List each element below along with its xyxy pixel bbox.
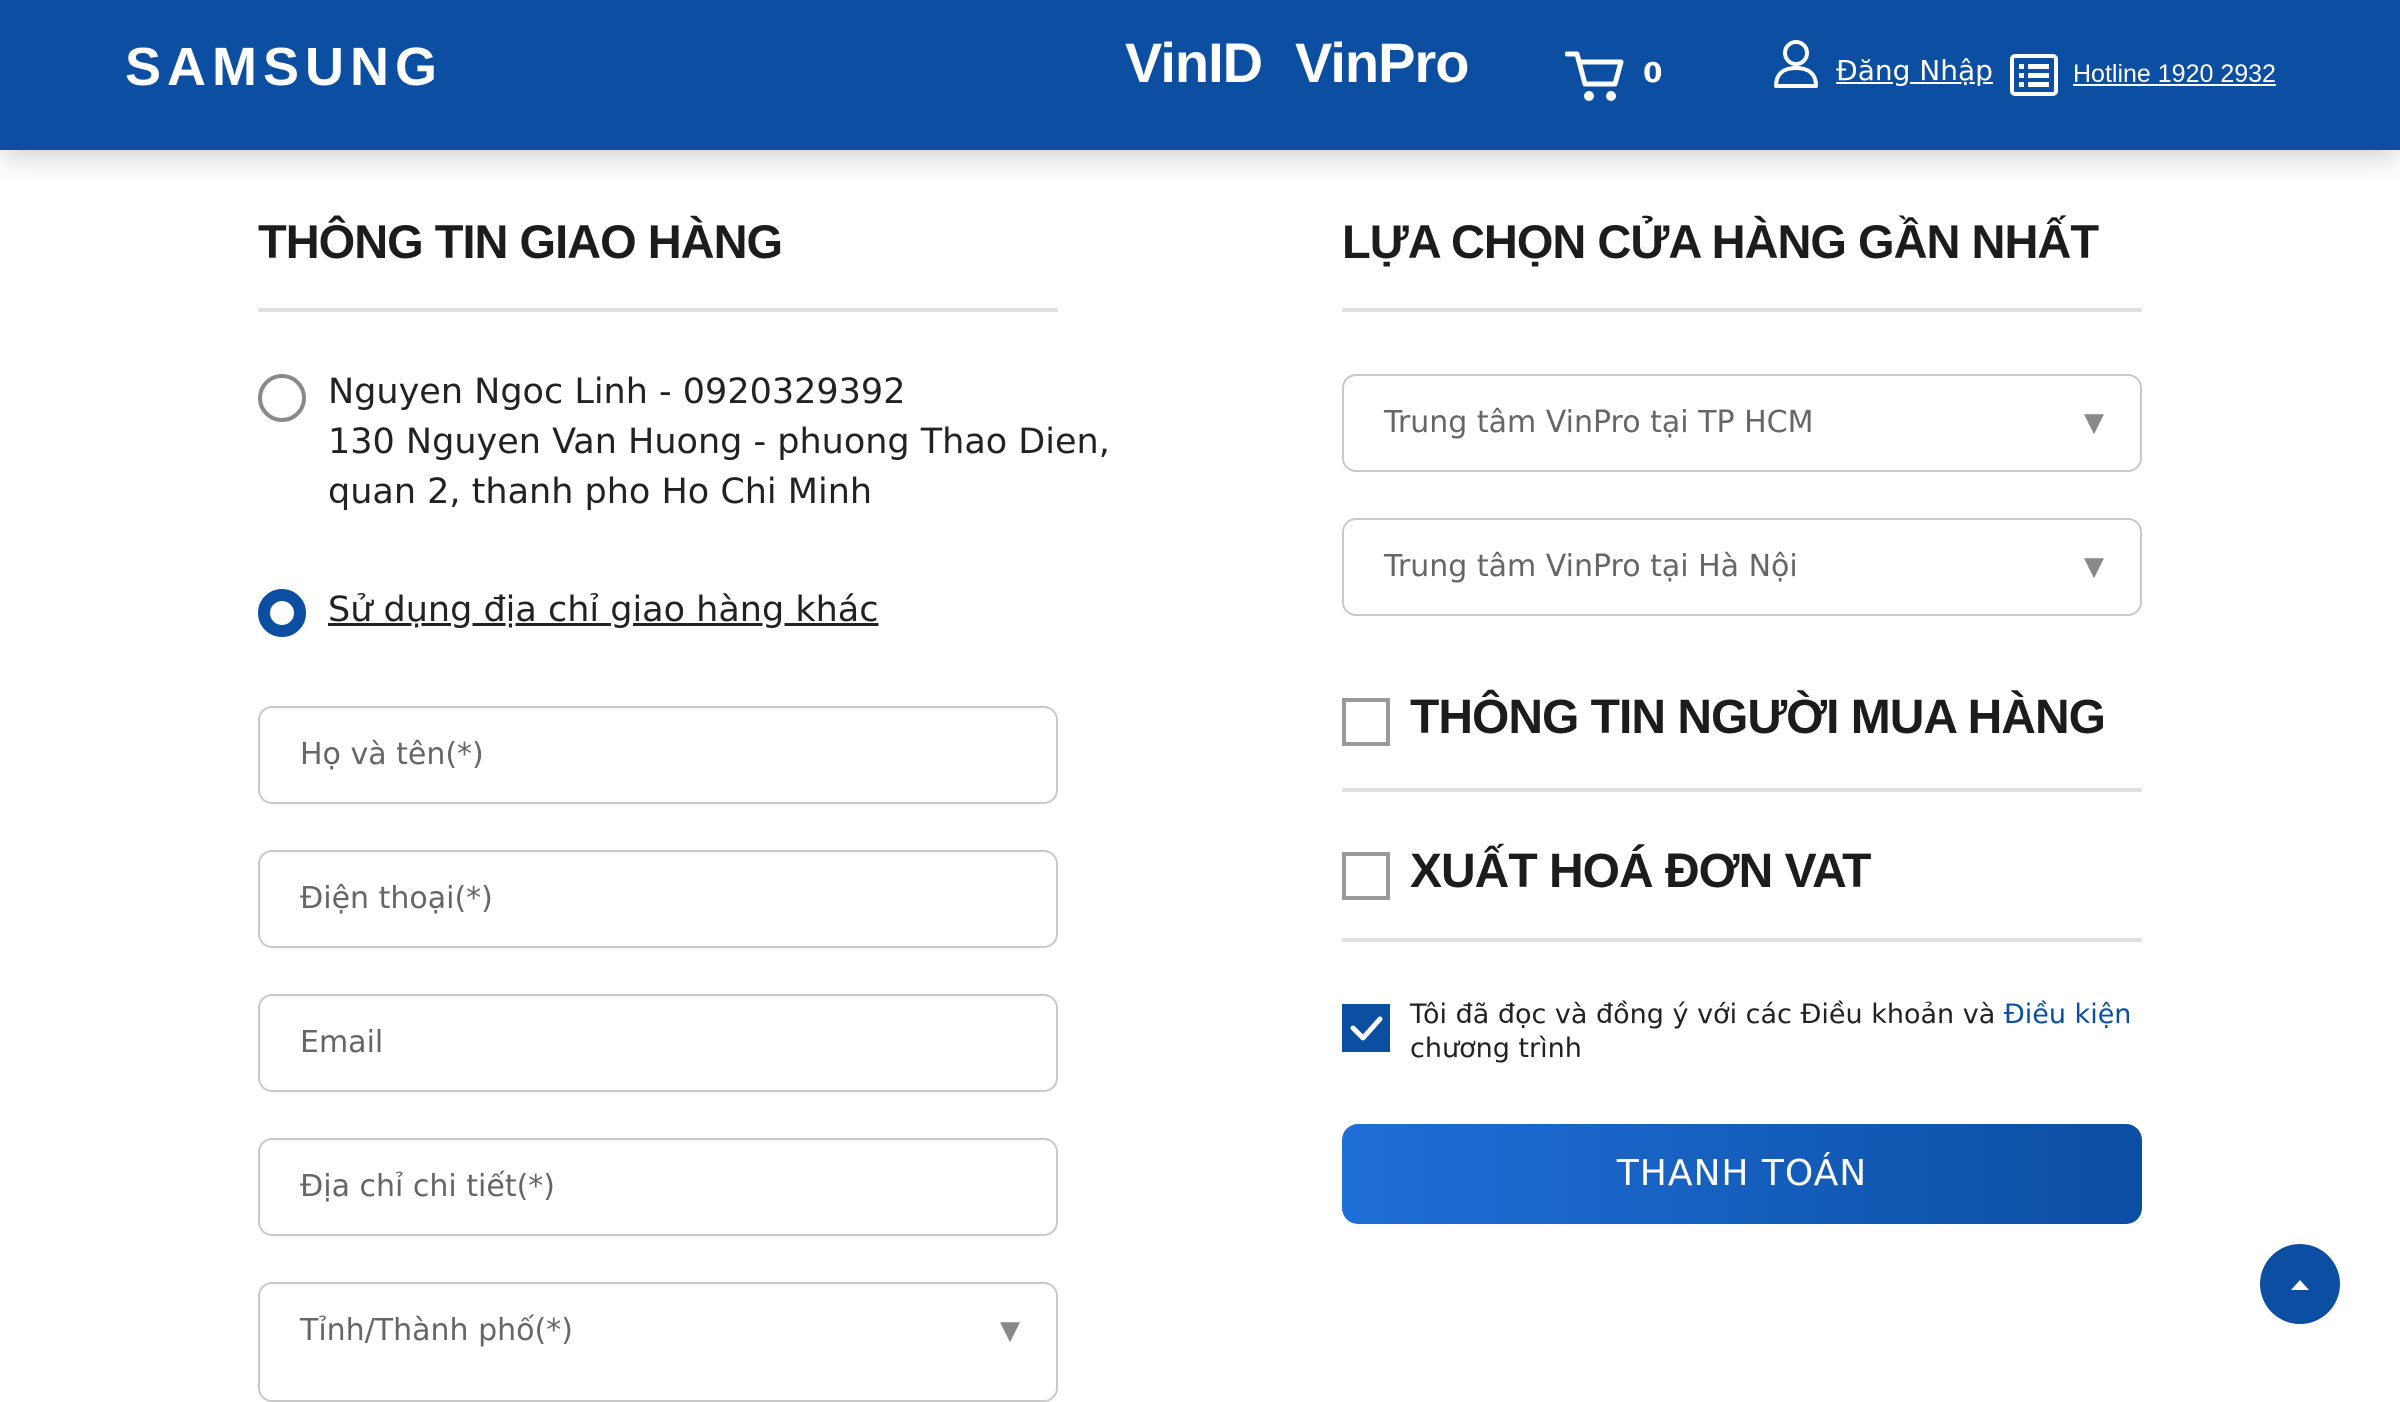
vinpro-logo[interactable]: VinPro: [1295, 30, 1469, 95]
terms-conditions-link[interactable]: Điều kiện: [2004, 999, 2132, 1030]
top-header: SAMSUNG VinID VinPro 0 Đăng Nhập Hotline…: [0, 0, 2400, 150]
saved-address-city[interactable]: quan 2, thanh pho Ho Chi Minh: [328, 472, 872, 512]
store-select-hanoi-value: Trung tâm VinPro tại Hà Nội: [1384, 549, 1798, 584]
checkmark-icon: [1350, 1016, 1383, 1041]
scroll-to-top-button[interactable]: [2260, 1244, 2340, 1324]
store-select-hcm-value: Trung tâm VinPro tại TP HCM: [1384, 405, 1814, 440]
arrow-up-icon: [2291, 1280, 2309, 1290]
terms-checkbox[interactable]: [1342, 1004, 1390, 1052]
full-name-input[interactable]: Họ và tên(*): [258, 706, 1058, 804]
hotline-link[interactable]: Hotline 1920 2932: [2073, 60, 2276, 89]
checkout-button[interactable]: THANH TOÁN: [1342, 1124, 2142, 1224]
vinid-logo[interactable]: VinID: [1125, 30, 1263, 95]
shipping-title: THÔNG TIN GIAO HÀNG: [258, 215, 783, 268]
vat-divider: [1342, 938, 2142, 942]
city-select-value: Tỉnh/Thành phố(*): [300, 1313, 573, 1348]
list-icon[interactable]: [2010, 54, 2058, 96]
phone-input[interactable]: Điện thoại(*): [258, 850, 1058, 948]
store-select-hanoi[interactable]: Trung tâm VinPro tại Hà Nội ▼: [1342, 518, 2142, 616]
user-icon[interactable]: [1773, 38, 1819, 90]
login-link[interactable]: Đăng Nhập: [1836, 54, 1993, 87]
terms-text-after: chương trình: [1410, 1033, 1582, 1064]
terms-text-before: Tôi đã đọc và đồng ý với các Điều khoản …: [1410, 999, 2004, 1030]
store-title: LỰA CHỌN CỬA HÀNG GẦN NHẤT: [1342, 215, 2099, 268]
address-detail-input[interactable]: Địa chỉ chi tiết(*): [258, 1138, 1058, 1236]
city-select[interactable]: Tỉnh/Thành phố(*) ▼: [258, 1282, 1058, 1402]
buyer-info-label[interactable]: THÔNG TIN NGƯỜI MUA HÀNG: [1410, 690, 2106, 745]
buyer-info-checkbox[interactable]: [1342, 698, 1390, 746]
samsung-logo[interactable]: SAMSUNG: [125, 36, 443, 98]
chevron-down-icon: ▼: [1000, 1316, 1020, 1346]
other-address-radio[interactable]: [258, 589, 306, 637]
buyer-info-divider: [1342, 788, 2142, 792]
email-input[interactable]: Email: [258, 994, 1058, 1092]
shipping-divider: [258, 308, 1058, 312]
saved-address-name[interactable]: Nguyen Ngoc Linh - 0920329392: [328, 372, 905, 412]
other-address-label[interactable]: Sử dụng địa chỉ giao hàng khác: [328, 590, 878, 630]
vat-invoice-label[interactable]: XUẤT HOÁ ĐƠN VAT: [1410, 844, 1871, 899]
store-divider: [1342, 308, 2142, 312]
saved-address-street[interactable]: 130 Nguyen Van Huong - phuong Thao Dien,: [328, 422, 1110, 462]
chevron-down-icon: ▼: [2084, 408, 2104, 438]
cart-count[interactable]: 0: [1643, 56, 1662, 89]
store-select-hcm[interactable]: Trung tâm VinPro tại TP HCM ▼: [1342, 374, 2142, 472]
vat-invoice-checkbox[interactable]: [1342, 852, 1390, 900]
terms-text: Tôi đã đọc và đồng ý với các Điều khoản …: [1410, 998, 2150, 1066]
saved-address-radio[interactable]: [258, 374, 306, 422]
chevron-down-icon: ▼: [2084, 552, 2104, 582]
cart-icon[interactable]: [1565, 48, 1625, 104]
